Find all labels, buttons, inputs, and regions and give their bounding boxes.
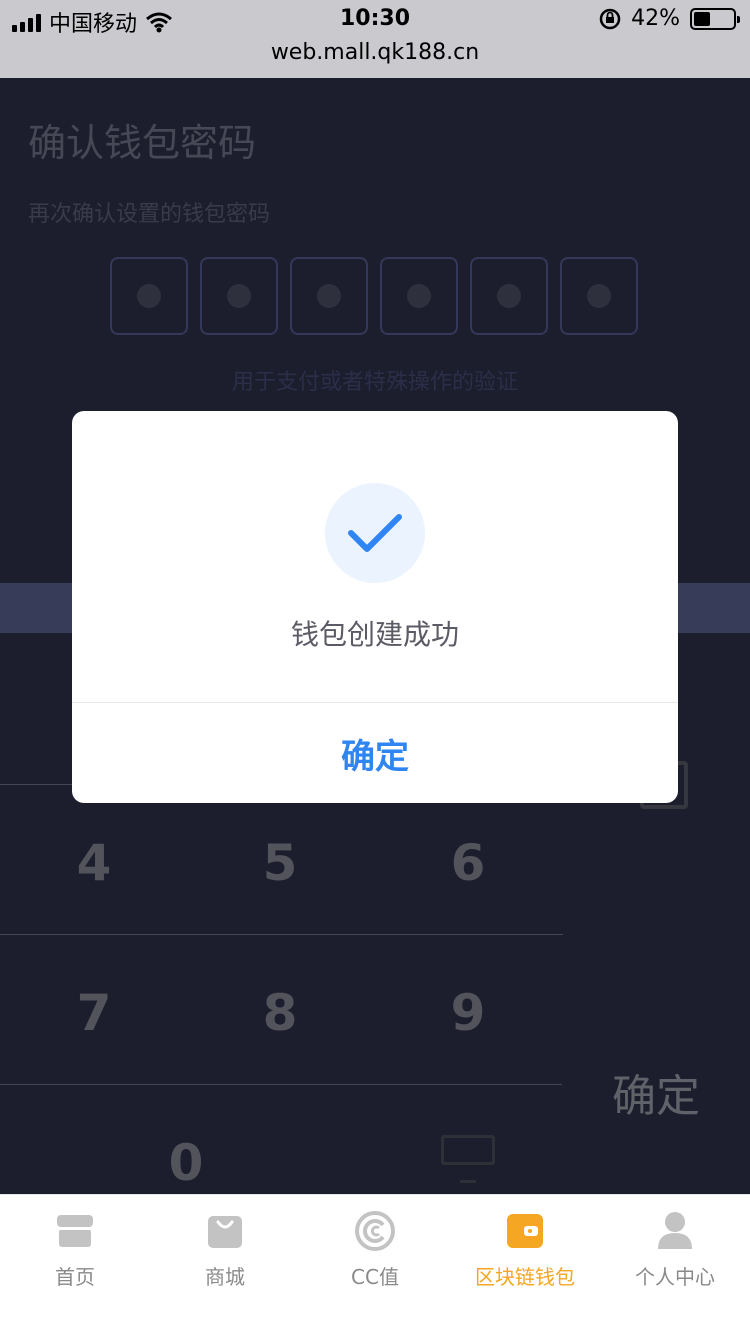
- tab-cc[interactable]: CC值: [300, 1195, 450, 1334]
- checkmark-icon: [325, 483, 425, 583]
- tab-mall-label: 商城: [205, 1265, 245, 1289]
- tab-profile-label: 个人中心: [635, 1265, 715, 1289]
- status-bar: 中国移动 10:30 42%: [0, 0, 750, 40]
- tab-mall[interactable]: 商城: [150, 1195, 300, 1334]
- wallet-icon: [505, 1211, 545, 1251]
- battery-icon: [690, 7, 740, 30]
- tab-wallet-label: 区块链钱包: [475, 1265, 575, 1289]
- tab-cc-label: CC值: [351, 1265, 399, 1289]
- tab-bar: 首页 商城 CC值 区块链钱包 个人中心: [0, 1194, 750, 1334]
- success-dialog: 钱包创建成功 确定: [72, 411, 678, 803]
- orientation-lock-icon: [599, 8, 621, 29]
- battery-fill: [694, 11, 710, 26]
- tab-profile[interactable]: 个人中心: [600, 1195, 750, 1334]
- battery-percent: 42%: [631, 6, 680, 31]
- cc-coin-icon: [355, 1211, 395, 1251]
- user-icon: [655, 1211, 695, 1251]
- tab-wallet[interactable]: 区块链钱包: [450, 1195, 600, 1334]
- tab-home[interactable]: 首页: [0, 1195, 150, 1334]
- dialog-message: 钱包创建成功: [290, 618, 459, 651]
- battery-group: 42%: [599, 6, 740, 31]
- home-icon: [55, 1211, 95, 1251]
- shopping-bag-icon: [205, 1211, 245, 1251]
- tab-home-label: 首页: [55, 1265, 95, 1289]
- url-bar[interactable]: web.mall.qk188.cn: [0, 40, 750, 78]
- dialog-confirm-button[interactable]: 确定: [72, 703, 678, 803]
